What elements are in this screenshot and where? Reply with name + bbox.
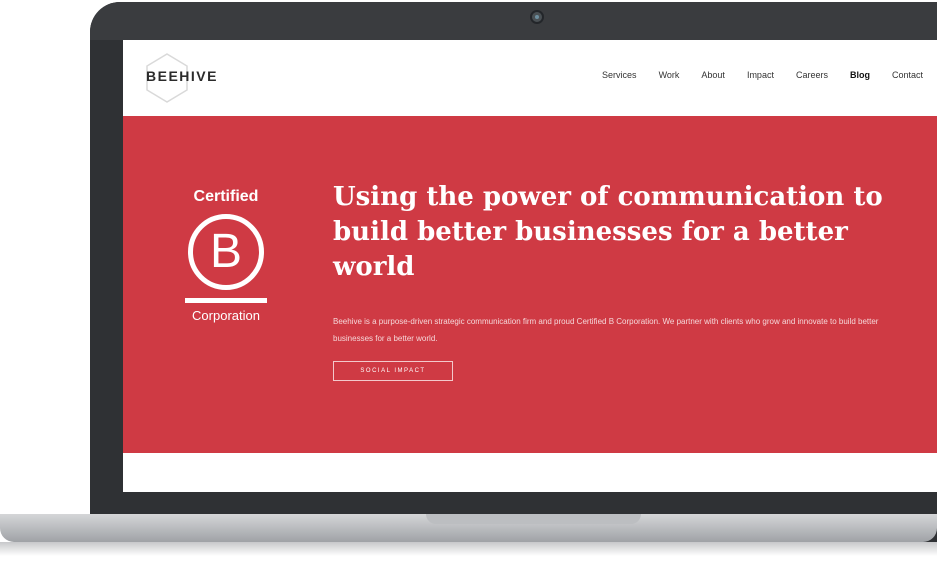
nav-services[interactable]: Services (602, 70, 637, 80)
nav-impact[interactable]: Impact (747, 70, 774, 80)
nav-work[interactable]: Work (659, 70, 680, 80)
bcorp-corporation-text: Corporation (192, 308, 260, 323)
bcorp-letter: B (209, 225, 242, 278)
camera-lens (535, 15, 539, 19)
bcorp-badge: Certified B Corporation (180, 188, 272, 323)
laptop-shadow (0, 542, 937, 556)
laptop-opening-groove (426, 514, 641, 524)
content-start (123, 453, 937, 492)
nav-careers[interactable]: Careers (796, 70, 828, 80)
primary-nav: Services Work About Impact Careers Blog … (602, 70, 923, 80)
bcorp-underline (185, 298, 267, 303)
nav-blog[interactable]: Blog (850, 70, 870, 80)
nav-about[interactable]: About (701, 70, 725, 80)
brand-logo[interactable]: BEEHIVE (146, 68, 218, 84)
navbar: BEEHIVE Services Work About Impact Caree… (123, 40, 937, 116)
hero-description: Beehive is a purpose-driven strategic co… (333, 317, 879, 343)
hero-pointer (519, 438, 547, 453)
bcorp-certified-text: Certified (193, 188, 259, 205)
nav-contact[interactable]: Contact (892, 70, 923, 80)
laptop-bezel-top (90, 2, 937, 40)
screen: BEEHIVE Services Work About Impact Caree… (123, 40, 937, 492)
bcorp-circle: B (188, 214, 264, 290)
hero-headline: Using the power of communication to buil… (333, 182, 883, 282)
social-impact-button[interactable]: SOCIAL IMPACT (333, 361, 453, 381)
camera-icon (530, 10, 544, 24)
